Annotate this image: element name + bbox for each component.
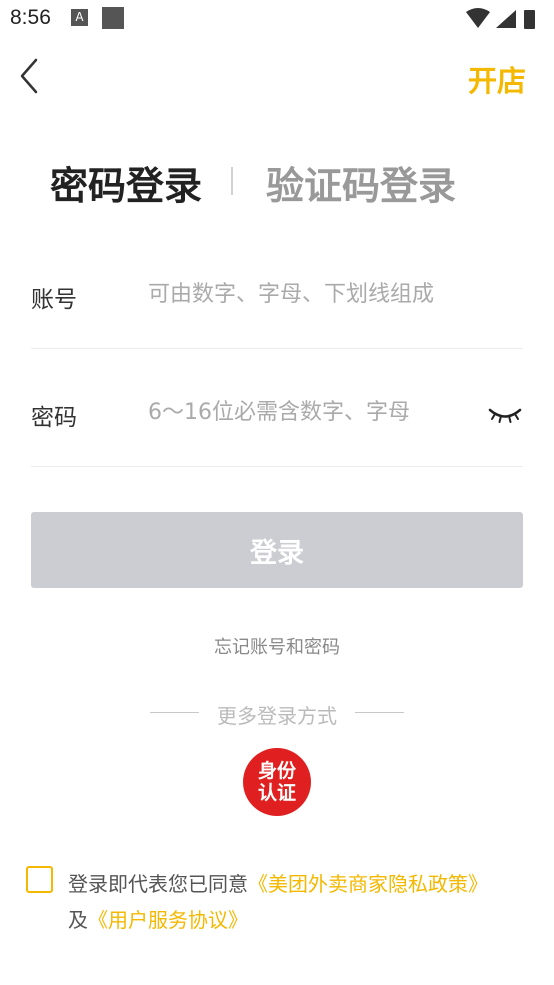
more-login-section: 更多登录方式	[150, 700, 404, 728]
more-divider-right	[355, 712, 404, 713]
status-bar: 8:56 A	[0, 0, 554, 38]
cell-signal-icon	[496, 10, 516, 28]
password-row: 密码	[31, 348, 523, 467]
account-row: 账号	[31, 230, 523, 349]
notification-square-icon	[102, 7, 124, 29]
service-agreement-link[interactable]: 《用户服务协议》	[88, 908, 248, 932]
wifi-icon	[466, 8, 490, 28]
agreement-text: 登录即代表您已同意《美团外卖商家隐私政策》 及《用户服务协议》	[68, 866, 538, 938]
eye-closed-icon[interactable]	[487, 403, 523, 427]
agreement-and: 及	[68, 908, 88, 932]
account-label: 账号	[31, 287, 77, 313]
login-button[interactable]: 登录	[31, 512, 523, 588]
agreement-checkbox[interactable]	[26, 866, 53, 893]
signal-battery-icons	[466, 8, 535, 29]
login-tabs: 密码登录 验证码登录	[50, 155, 510, 215]
password-label: 密码	[31, 405, 77, 431]
id-auth-line2: 认证	[257, 782, 296, 804]
id-auth-line1: 身份	[257, 760, 296, 782]
tab-divider	[231, 167, 233, 195]
tab-password-login[interactable]: 密码登录	[50, 155, 202, 210]
tab-code-login[interactable]: 验证码登录	[266, 155, 456, 210]
battery-icon	[524, 10, 535, 29]
forgot-account-link[interactable]: 忘记账号和密码	[0, 633, 554, 659]
id-auth-button[interactable]: 身份 认证	[243, 748, 311, 816]
account-input[interactable]	[148, 274, 478, 314]
notification-a-icon: A	[71, 9, 88, 26]
more-login-label: 更多登录方式	[217, 704, 337, 728]
status-time: 8:56	[10, 6, 51, 29]
password-input[interactable]	[148, 392, 478, 432]
agreement-prefix: 登录即代表您已同意	[68, 872, 248, 896]
privacy-policy-link[interactable]: 《美团外卖商家隐私政策》	[248, 872, 488, 896]
back-chevron-icon[interactable]	[14, 56, 54, 96]
id-auth-label: 身份 认证	[243, 760, 311, 804]
open-shop-button[interactable]: 开店	[468, 58, 526, 100]
